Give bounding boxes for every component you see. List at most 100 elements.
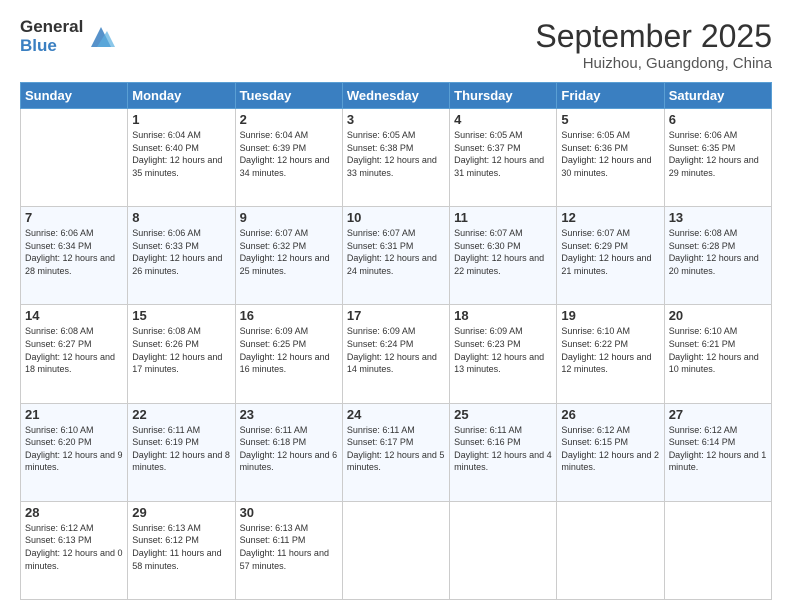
day-info: Sunrise: 6:09 AMSunset: 6:25 PMDaylight:… bbox=[240, 325, 338, 375]
calendar-cell bbox=[21, 109, 128, 207]
day-number: 7 bbox=[25, 210, 123, 225]
day-number: 2 bbox=[240, 112, 338, 127]
calendar-week-1: 7 Sunrise: 6:06 AMSunset: 6:34 PMDaylight… bbox=[21, 207, 772, 305]
calendar-cell bbox=[450, 501, 557, 599]
day-number: 5 bbox=[561, 112, 659, 127]
day-info: Sunrise: 6:07 AMSunset: 6:31 PMDaylight:… bbox=[347, 227, 445, 277]
page: General Blue September 2025 Huizhou, Gua… bbox=[0, 0, 792, 612]
day-number: 10 bbox=[347, 210, 445, 225]
day-info: Sunrise: 6:13 AMSunset: 6:12 PMDaylight:… bbox=[132, 522, 230, 572]
day-number: 3 bbox=[347, 112, 445, 127]
calendar-cell: 18 Sunrise: 6:09 AMSunset: 6:23 PMDayligh… bbox=[450, 305, 557, 403]
weekday-header-thursday: Thursday bbox=[450, 83, 557, 109]
calendar-cell: 5 Sunrise: 6:05 AMSunset: 6:36 PMDaylight… bbox=[557, 109, 664, 207]
calendar-week-2: 14 Sunrise: 6:08 AMSunset: 6:27 PMDayligh… bbox=[21, 305, 772, 403]
calendar-cell: 7 Sunrise: 6:06 AMSunset: 6:34 PMDaylight… bbox=[21, 207, 128, 305]
calendar-cell: 19 Sunrise: 6:10 AMSunset: 6:22 PMDayligh… bbox=[557, 305, 664, 403]
day-info: Sunrise: 6:04 AMSunset: 6:39 PMDaylight:… bbox=[240, 129, 338, 179]
day-info: Sunrise: 6:06 AMSunset: 6:33 PMDaylight:… bbox=[132, 227, 230, 277]
day-info: Sunrise: 6:11 AMSunset: 6:19 PMDaylight:… bbox=[132, 424, 230, 474]
weekday-header-monday: Monday bbox=[128, 83, 235, 109]
calendar-cell: 3 Sunrise: 6:05 AMSunset: 6:38 PMDaylight… bbox=[342, 109, 449, 207]
calendar-cell bbox=[557, 501, 664, 599]
calendar-cell: 24 Sunrise: 6:11 AMSunset: 6:17 PMDayligh… bbox=[342, 403, 449, 501]
day-number: 11 bbox=[454, 210, 552, 225]
day-info: Sunrise: 6:05 AMSunset: 6:36 PMDaylight:… bbox=[561, 129, 659, 179]
day-number: 20 bbox=[669, 308, 767, 323]
day-number: 8 bbox=[132, 210, 230, 225]
day-info: Sunrise: 6:12 AMSunset: 6:15 PMDaylight:… bbox=[561, 424, 659, 474]
day-info: Sunrise: 6:11 AMSunset: 6:16 PMDaylight:… bbox=[454, 424, 552, 474]
day-info: Sunrise: 6:05 AMSunset: 6:37 PMDaylight:… bbox=[454, 129, 552, 179]
weekday-header-saturday: Saturday bbox=[664, 83, 771, 109]
month-title: September 2025 bbox=[535, 18, 772, 55]
day-number: 14 bbox=[25, 308, 123, 323]
weekday-header-sunday: Sunday bbox=[21, 83, 128, 109]
day-info: Sunrise: 6:11 AMSunset: 6:17 PMDaylight:… bbox=[347, 424, 445, 474]
calendar-cell: 6 Sunrise: 6:06 AMSunset: 6:35 PMDaylight… bbox=[664, 109, 771, 207]
calendar-cell: 16Sunrise: 6:09 AMSunset: 6:25 PMDayligh… bbox=[235, 305, 342, 403]
calendar-cell: 30Sunrise: 6:13 AMSunset: 6:11 PMDayligh… bbox=[235, 501, 342, 599]
day-info: Sunrise: 6:10 AMSunset: 6:22 PMDaylight:… bbox=[561, 325, 659, 375]
day-number: 17 bbox=[347, 308, 445, 323]
day-info: Sunrise: 6:11 AMSunset: 6:18 PMDaylight:… bbox=[240, 424, 338, 474]
day-info: Sunrise: 6:10 AMSunset: 6:20 PMDaylight:… bbox=[25, 424, 123, 474]
title-block: September 2025 Huizhou, Guangdong, China bbox=[535, 18, 772, 72]
calendar-week-4: 28Sunrise: 6:12 AMSunset: 6:13 PMDayligh… bbox=[21, 501, 772, 599]
calendar-cell: 22Sunrise: 6:11 AMSunset: 6:19 PMDayligh… bbox=[128, 403, 235, 501]
calendar-cell: 10 Sunrise: 6:07 AMSunset: 6:31 PMDayligh… bbox=[342, 207, 449, 305]
day-number: 19 bbox=[561, 308, 659, 323]
day-number: 9 bbox=[240, 210, 338, 225]
calendar-cell: 13 Sunrise: 6:08 AMSunset: 6:28 PMDayligh… bbox=[664, 207, 771, 305]
calendar-cell: 23 Sunrise: 6:11 AMSunset: 6:18 PMDayligh… bbox=[235, 403, 342, 501]
location: Huizhou, Guangdong, China bbox=[535, 55, 772, 72]
day-info: Sunrise: 6:07 AMSunset: 6:32 PMDaylight:… bbox=[240, 227, 338, 277]
day-info: Sunrise: 6:13 AMSunset: 6:11 PMDaylight:… bbox=[240, 522, 338, 572]
calendar-cell: 25Sunrise: 6:11 AMSunset: 6:16 PMDayligh… bbox=[450, 403, 557, 501]
day-number: 13 bbox=[669, 210, 767, 225]
day-info: Sunrise: 6:07 AMSunset: 6:29 PMDaylight:… bbox=[561, 227, 659, 277]
day-info: Sunrise: 6:09 AMSunset: 6:23 PMDaylight:… bbox=[454, 325, 552, 375]
weekday-header-tuesday: Tuesday bbox=[235, 83, 342, 109]
calendar-cell: 2 Sunrise: 6:04 AMSunset: 6:39 PMDaylight… bbox=[235, 109, 342, 207]
calendar-cell: 17Sunrise: 6:09 AMSunset: 6:24 PMDayligh… bbox=[342, 305, 449, 403]
calendar-cell: 4 Sunrise: 6:05 AMSunset: 6:37 PMDaylight… bbox=[450, 109, 557, 207]
day-info: Sunrise: 6:05 AMSunset: 6:38 PMDaylight:… bbox=[347, 129, 445, 179]
calendar-cell: 14 Sunrise: 6:08 AMSunset: 6:27 PMDayligh… bbox=[21, 305, 128, 403]
day-info: Sunrise: 6:08 AMSunset: 6:27 PMDaylight:… bbox=[25, 325, 123, 375]
day-number: 29 bbox=[132, 505, 230, 520]
day-info: Sunrise: 6:07 AMSunset: 6:30 PMDaylight:… bbox=[454, 227, 552, 277]
weekday-header-wednesday: Wednesday bbox=[342, 83, 449, 109]
day-number: 6 bbox=[669, 112, 767, 127]
day-info: Sunrise: 6:08 AMSunset: 6:28 PMDaylight:… bbox=[669, 227, 767, 277]
day-info: Sunrise: 6:04 AMSunset: 6:40 PMDaylight:… bbox=[132, 129, 230, 179]
calendar-cell: 12Sunrise: 6:07 AMSunset: 6:29 PMDayligh… bbox=[557, 207, 664, 305]
calendar-cell: 1 Sunrise: 6:04 AMSunset: 6:40 PMDaylight… bbox=[128, 109, 235, 207]
day-number: 15 bbox=[132, 308, 230, 323]
calendar-cell bbox=[664, 501, 771, 599]
calendar-cell: 11 Sunrise: 6:07 AMSunset: 6:30 PMDayligh… bbox=[450, 207, 557, 305]
day-info: Sunrise: 6:06 AMSunset: 6:35 PMDaylight:… bbox=[669, 129, 767, 179]
calendar-cell: 21Sunrise: 6:10 AMSunset: 6:20 PMDayligh… bbox=[21, 403, 128, 501]
calendar-cell: 26Sunrise: 6:12 AMSunset: 6:15 PMDayligh… bbox=[557, 403, 664, 501]
weekday-header-row: SundayMondayTuesdayWednesdayThursdayFrid… bbox=[21, 83, 772, 109]
day-number: 23 bbox=[240, 407, 338, 422]
logo-general-text: General bbox=[20, 18, 83, 37]
day-number: 1 bbox=[132, 112, 230, 127]
calendar-cell: 29 Sunrise: 6:13 AMSunset: 6:12 PMDayligh… bbox=[128, 501, 235, 599]
day-number: 18 bbox=[454, 308, 552, 323]
header: General Blue September 2025 Huizhou, Gua… bbox=[20, 18, 772, 72]
day-info: Sunrise: 6:06 AMSunset: 6:34 PMDaylight:… bbox=[25, 227, 123, 277]
calendar-cell: 27Sunrise: 6:12 AMSunset: 6:14 PMDayligh… bbox=[664, 403, 771, 501]
calendar-cell: 8 Sunrise: 6:06 AMSunset: 6:33 PMDaylight… bbox=[128, 207, 235, 305]
logo: General Blue bbox=[20, 18, 115, 55]
day-number: 4 bbox=[454, 112, 552, 127]
logo-icon bbox=[87, 23, 115, 51]
weekday-header-friday: Friday bbox=[557, 83, 664, 109]
day-info: Sunrise: 6:10 AMSunset: 6:21 PMDaylight:… bbox=[669, 325, 767, 375]
day-info: Sunrise: 6:08 AMSunset: 6:26 PMDaylight:… bbox=[132, 325, 230, 375]
calendar-cell: 20 Sunrise: 6:10 AMSunset: 6:21 PMDayligh… bbox=[664, 305, 771, 403]
calendar-cell: 28Sunrise: 6:12 AMSunset: 6:13 PMDayligh… bbox=[21, 501, 128, 599]
day-number: 24 bbox=[347, 407, 445, 422]
calendar-table: SundayMondayTuesdayWednesdayThursdayFrid… bbox=[20, 82, 772, 600]
